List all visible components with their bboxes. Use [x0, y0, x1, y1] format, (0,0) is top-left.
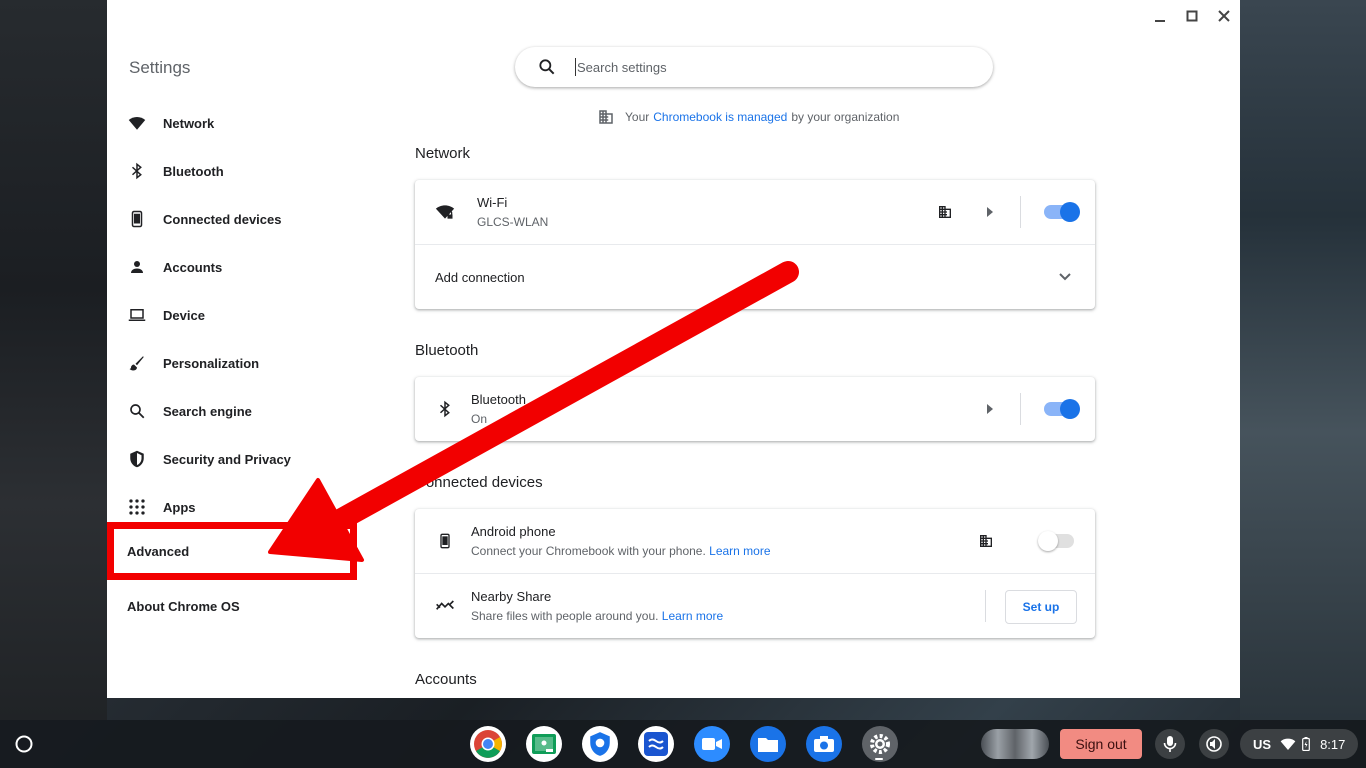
battery-icon: [1302, 737, 1310, 751]
status-area[interactable]: US 8:17: [1240, 729, 1358, 759]
shelf: Sign out US 8:17: [0, 720, 1366, 768]
launcher-icon[interactable]: [12, 732, 36, 756]
classroom-icon[interactable]: [526, 726, 562, 762]
microphone-icon[interactable]: [1155, 729, 1185, 759]
hapara-icon[interactable]: [638, 726, 674, 762]
files-icon[interactable]: [750, 726, 786, 762]
running-indicator: [483, 758, 491, 760]
wifi-status-icon: [1280, 738, 1296, 750]
security-app-icon[interactable]: [582, 726, 618, 762]
select-to-speak-icon[interactable]: [1199, 729, 1229, 759]
user-avatars[interactable]: [981, 729, 1049, 759]
sign-out-button[interactable]: Sign out: [1060, 729, 1142, 759]
settings-app-icon[interactable]: [862, 726, 898, 762]
clock: 8:17: [1320, 736, 1346, 752]
camera-icon[interactable]: [806, 726, 842, 762]
annotation-arrow: [268, 261, 799, 562]
running-indicator: [875, 758, 883, 760]
ime-indicator: US: [1253, 736, 1272, 752]
chrome-icon[interactable]: [470, 726, 506, 762]
zoom-icon[interactable]: [694, 726, 730, 762]
